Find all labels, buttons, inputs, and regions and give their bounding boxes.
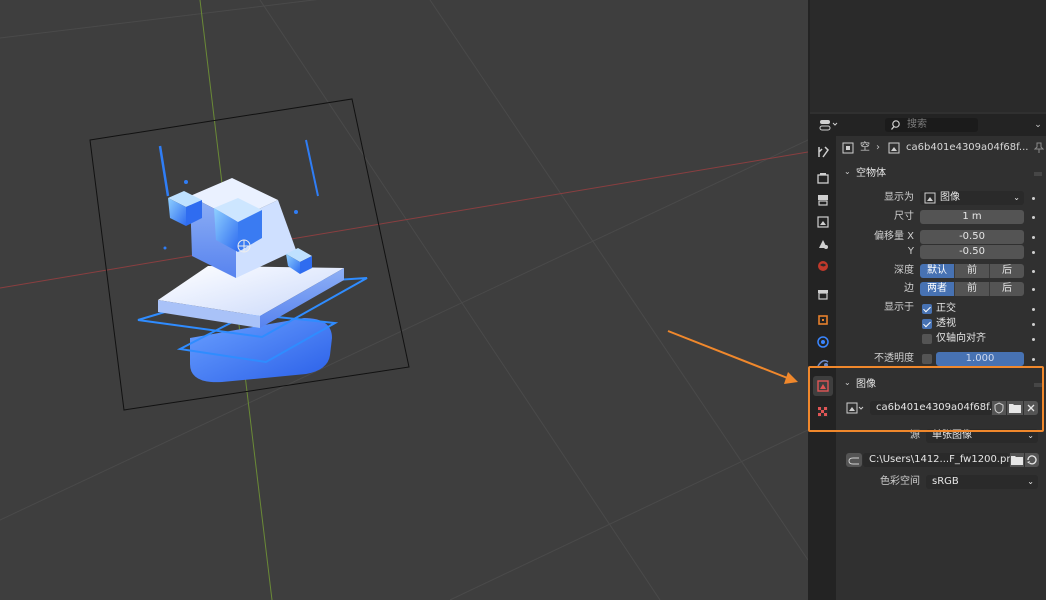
perspective-label: 透视 <box>936 318 956 329</box>
search-input[interactable]: 搜索 <box>885 118 978 132</box>
tab-scene[interactable] <box>813 234 833 254</box>
display-as-dropdown[interactable]: 图像 ⌄ <box>920 191 1024 205</box>
offset-y-label: Y <box>907 246 914 257</box>
animate-property-dot[interactable] <box>1032 270 1035 273</box>
tab-physics[interactable] <box>813 332 833 352</box>
3d-viewport[interactable] <box>0 0 808 600</box>
refresh-icon <box>1027 455 1037 465</box>
depth-segmented-control[interactable]: 默认 前 后 <box>920 264 1024 278</box>
editor-type-icon[interactable] <box>816 118 840 132</box>
offset-x-label: 偏移量 X <box>873 231 914 242</box>
breadcrumb-image-name: ca6b401e4309a04f68f... <box>906 142 1029 153</box>
tab-world[interactable] <box>813 256 833 276</box>
annotation-highlight-box <box>808 366 1044 432</box>
drag-handle-icon[interactable] <box>1034 172 1042 176</box>
depth-label: 深度 <box>894 265 914 276</box>
object-origin <box>237 239 251 253</box>
viewport-grid <box>0 0 808 600</box>
collection-icon <box>818 290 828 300</box>
render-icon <box>817 173 829 184</box>
reference-image-illustration <box>137 139 368 383</box>
perspective-checkbox[interactable] <box>922 319 932 329</box>
browse-filepath-button[interactable] <box>1010 453 1024 467</box>
tab-tool[interactable] <box>813 142 833 162</box>
pin-icon[interactable] <box>1033 142 1045 157</box>
side-option-front[interactable]: 前 <box>955 282 990 296</box>
colorspace-label: 色彩空间 <box>880 476 920 487</box>
depth-option-default[interactable]: 默认 <box>920 264 955 278</box>
image-icon <box>888 142 900 157</box>
tab-object[interactable] <box>813 310 833 330</box>
annotation-arrow <box>667 330 798 384</box>
tab-render[interactable] <box>813 168 833 188</box>
breadcrumb: 空 › ca6b401e4309a04f68f... <box>842 142 1045 157</box>
axis-aligned-checkbox[interactable] <box>922 334 932 344</box>
animate-property-dot[interactable] <box>1032 288 1035 291</box>
physics-icon <box>817 336 829 348</box>
header-options-chevron-icon[interactable]: ⌄ <box>1032 118 1044 132</box>
outliner-region <box>810 0 1046 112</box>
axis-aligned-label: 仅轴向对齐 <box>936 333 986 344</box>
opacity-slider[interactable]: 1.000 <box>936 352 1024 366</box>
file-link-icon <box>848 457 859 465</box>
tab-output[interactable] <box>813 190 833 210</box>
expand-chevron-icon: ⌄ <box>844 167 851 176</box>
tab-view-layer[interactable] <box>813 212 833 232</box>
opacity-checkbox[interactable] <box>922 354 932 364</box>
animate-property-dot[interactable] <box>1032 236 1035 239</box>
search-icon <box>891 118 901 132</box>
side-label: 边 <box>904 283 914 294</box>
animate-property-dot[interactable] <box>1032 216 1035 219</box>
empty-panel-title: 空物体 <box>856 168 886 179</box>
ortho-label: 正交 <box>936 303 956 314</box>
filepath-options-button[interactable] <box>846 453 862 467</box>
show-in-label: 显示于 <box>884 302 914 313</box>
tool-icon <box>818 146 829 158</box>
offset-x-field[interactable]: -0.50 <box>920 230 1024 244</box>
display-as-value: 图像 <box>940 192 960 203</box>
x-axis-line <box>0 151 808 289</box>
tab-collection[interactable] <box>813 284 833 304</box>
animate-property-dot[interactable] <box>1032 338 1035 341</box>
view-layer-icon <box>817 216 829 228</box>
search-placeholder: 搜索 <box>907 119 927 130</box>
side-option-back[interactable]: 后 <box>990 282 1024 296</box>
animate-property-dot[interactable] <box>1032 323 1035 326</box>
animate-property-dot[interactable] <box>1032 358 1035 361</box>
dropdown-chevron-icon: ⌄ <box>1027 477 1034 486</box>
ortho-checkbox[interactable] <box>922 304 932 314</box>
display-as-label: 显示为 <box>884 192 914 203</box>
breadcrumb-separator-icon: › <box>876 142 880 153</box>
offset-y-field[interactable]: -0.50 <box>920 245 1024 259</box>
reload-image-button[interactable] <box>1025 453 1039 467</box>
animate-property-dot[interactable] <box>1032 251 1035 254</box>
world-icon <box>818 261 828 271</box>
image-icon <box>924 192 936 209</box>
filepath-field[interactable]: C:\Users\1412...F_fw1200.png <box>863 453 1019 467</box>
breadcrumb-object: 空 <box>860 142 870 153</box>
folder-icon <box>1011 456 1023 465</box>
side-segmented-control[interactable]: 两者 前 后 <box>920 282 1024 296</box>
animate-property-dot[interactable] <box>1032 308 1035 311</box>
dropdown-chevron-icon: ⌄ <box>1013 193 1020 202</box>
properties-editor: 搜索 ⌄ 空 › ca6b401e4309a04f68f... ⌄ 空物体 显示… <box>810 0 1046 600</box>
viewport-canvas[interactable] <box>0 0 808 600</box>
object-icon <box>818 315 828 325</box>
object-empty-icon <box>842 142 854 157</box>
opacity-label: 不透明度 <box>874 353 914 364</box>
colorspace-value: sRGB <box>932 476 959 487</box>
scene-icon <box>819 240 828 249</box>
output-icon <box>818 195 828 206</box>
empty-panel-header[interactable]: ⌄ 空物体 <box>836 164 1046 184</box>
size-field[interactable]: 1 m <box>920 210 1024 224</box>
colorspace-dropdown[interactable]: sRGB ⌄ <box>926 475 1038 489</box>
side-option-both[interactable]: 两者 <box>920 282 955 296</box>
depth-option-back[interactable]: 后 <box>990 264 1024 278</box>
size-label: 尺寸 <box>894 211 914 222</box>
depth-option-front[interactable]: 前 <box>955 264 990 278</box>
animate-property-dot[interactable] <box>1032 197 1035 200</box>
